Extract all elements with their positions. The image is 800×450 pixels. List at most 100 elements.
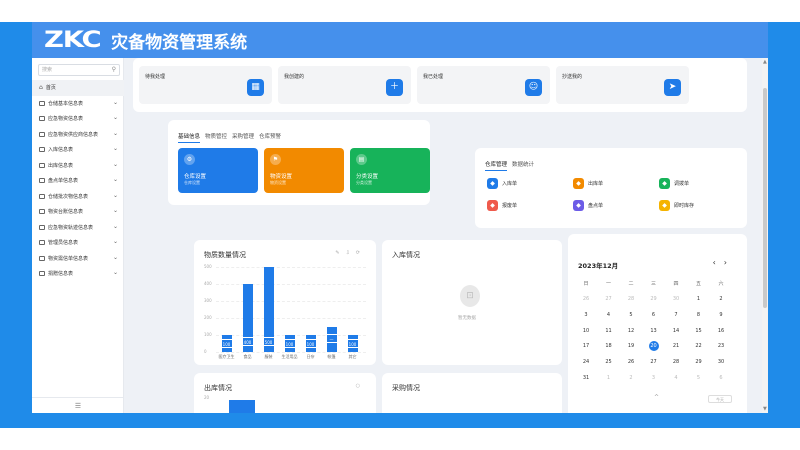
calendar-day[interactable]: 30 (714, 357, 728, 367)
todo-icon[interactable]: ➤ (664, 79, 681, 96)
warehouse-item[interactable]: ◆ 入库单 (487, 178, 517, 189)
calendar-day[interactable]: 14 (669, 326, 683, 336)
sidebar-item[interactable]: 应急物资轨迹信息表 ⌄ (32, 220, 124, 236)
calendar-day[interactable]: 6 (714, 373, 728, 383)
sidebar-item[interactable]: 物资需信单信息表 ⌄ (32, 251, 124, 267)
warehouse-item[interactable]: ◆ 调拨单 (659, 178, 689, 189)
sidebar-item-label: 应急物资信息表 (48, 116, 84, 123)
calendar-day[interactable]: 23 (714, 341, 728, 351)
sidebar-item[interactable]: 仓储批次物信息表 ⌄ (32, 189, 124, 205)
scroll-down-icon[interactable]: ▼ (763, 406, 767, 412)
calendar-day[interactable]: 1 (692, 294, 706, 304)
calendar-day[interactable]: 8 (692, 310, 706, 320)
calendar-day[interactable]: 21 (669, 341, 683, 351)
calendar-day[interactable]: 3 (647, 373, 661, 383)
calendar-day[interactable]: 27 (602, 294, 616, 304)
sidebar-item[interactable]: ⌂ 首页 (32, 80, 124, 96)
bar-data-label: 100 (304, 338, 317, 348)
sidebar-item[interactable]: 管理员信息表 ⌄ (32, 235, 124, 251)
todo-icon[interactable]: ＋ (386, 79, 403, 96)
calendar-day[interactable]: 29 (647, 294, 661, 304)
calendar-day[interactable]: 10 (579, 326, 593, 336)
calendar-day[interactable]: 12 (624, 326, 638, 336)
sidebar-item-label: 管理员信息表 (48, 240, 79, 247)
warehouse-item-label: 调拨单 (674, 181, 690, 187)
calendar-day[interactable]: 4 (669, 373, 683, 383)
warehouse-tab[interactable]: 数据统计 (512, 160, 534, 171)
calendar-day[interactable]: 25 (602, 357, 616, 367)
scroll-up-icon[interactable]: ▲ (763, 59, 767, 65)
folder-icon (39, 131, 45, 137)
tab-1[interactable]: 物质管控 (205, 132, 227, 143)
sidebar-item[interactable]: 入库信息表 ⌄ (32, 142, 124, 158)
calendar-day[interactable]: 2 (624, 373, 638, 383)
todo-icon[interactable]: ▦ (247, 79, 264, 96)
next-month-icon[interactable]: › (724, 258, 735, 267)
sidebar-item[interactable]: 物资台账信息表 ⌄ (32, 204, 124, 220)
calendar-day[interactable]: 17 (579, 341, 593, 351)
warehouse-item[interactable]: ◆ 报废单 (487, 200, 517, 211)
warehouse-item[interactable]: ◆ 盘点单 (573, 200, 603, 211)
calendar-day[interactable]: 27 (647, 357, 661, 367)
search-icon[interactable]: ⚲ (112, 65, 116, 75)
calendar-day[interactable]: 15 (692, 326, 706, 336)
todo-icon[interactable]: ☺ (525, 79, 542, 96)
calendar-day[interactable]: 30 (669, 294, 683, 304)
todo-item[interactable]: 我已处理 ☺ (417, 66, 550, 104)
calendar-day[interactable]: 22 (692, 341, 706, 351)
main-scrollbar[interactable]: ▲ ▼ (762, 58, 768, 413)
calendar-day[interactable]: 19 (624, 341, 638, 351)
calendar-day[interactable]: 29 (692, 357, 706, 367)
calendar-day[interactable]: 5 (624, 310, 638, 320)
today-button[interactable]: 今天 (708, 395, 732, 403)
warehouse-item[interactable]: ◆ 即时库存 (659, 200, 694, 211)
calendar-day[interactable]: 4 (602, 310, 616, 320)
sidebar-item[interactable]: 出库信息表 ⌄ (32, 158, 124, 174)
calendar-day[interactable]: 7 (669, 310, 683, 320)
sidebar-item[interactable]: 仓储基本信息表 ⌄ (32, 96, 124, 112)
calendar-day[interactable]: 26 (579, 294, 593, 304)
calendar-day[interactable]: 28 (624, 294, 638, 304)
collapse-sidebar-icon[interactable]: ☰ (32, 397, 124, 413)
sidebar-item-label: 应急物资供应商信息表 (48, 131, 99, 138)
search-input[interactable]: 搜索 ⚲ (38, 64, 120, 76)
sidebar-item[interactable]: 应急物资供应商信息表 ⌄ (32, 127, 124, 143)
quick-tile[interactable]: ⚑ 物资设置 物资设置 (264, 148, 344, 193)
scroll-thumb[interactable] (763, 88, 767, 308)
calendar-day[interactable]: 11 (602, 326, 616, 336)
calendar-day[interactable]: 6 (647, 310, 661, 320)
calendar-day[interactable]: 13 (647, 326, 661, 336)
calendar-day[interactable]: 31 (579, 373, 593, 383)
sidebar-item[interactable]: 应急物资信息表 ⌄ (32, 111, 124, 127)
collapse-calendar-icon[interactable]: ^ (654, 394, 659, 401)
quick-tile[interactable]: ⚙ 仓库设置 仓库设置 (178, 148, 258, 193)
calendar-day[interactable]: 5 (692, 373, 706, 383)
tab-3[interactable]: 仓库预警 (259, 132, 281, 143)
calendar-day[interactable]: 18 (602, 341, 616, 351)
chevron-down-icon: ⌄ (112, 129, 118, 137)
chart-toolbar[interactable]: ✎⇩⟳ (335, 250, 366, 256)
todo-item[interactable]: 待我处理 ▦ (139, 66, 272, 104)
tab-2[interactable]: 采购管理 (232, 132, 254, 143)
sidebar-item[interactable]: 盘点单信息表 ⌄ (32, 173, 124, 189)
calendar-day[interactable]: 16 (714, 326, 728, 336)
todo-item[interactable]: 我创建的 ＋ (278, 66, 411, 104)
calendar-day[interactable]: 1 (602, 373, 616, 383)
todo-item[interactable]: 抄送我的 ➤ (556, 66, 689, 104)
outbound-refresh-icon[interactable]: ○ (356, 383, 366, 389)
warehouse-tab[interactable]: 仓库管理 (485, 160, 508, 171)
calendar-day[interactable]: 20 (648, 341, 659, 352)
calendar-day[interactable]: 28 (669, 357, 683, 367)
weekday-label: 五 (695, 281, 701, 287)
calendar-day[interactable]: 2 (714, 294, 728, 304)
prev-month-icon[interactable]: ‹ (713, 258, 724, 267)
sidebar-item[interactable]: 捐赠信息表 ⌄ (32, 266, 124, 282)
calendar-day[interactable]: 3 (579, 310, 593, 320)
calendar-day[interactable]: 24 (579, 357, 593, 367)
quick-tile[interactable]: ▤ 分类设置 分类设置 (350, 148, 430, 193)
calendar-day[interactable]: 9 (714, 310, 728, 320)
folder-icon (39, 162, 45, 168)
tab-0[interactable]: 基础信息 (178, 132, 201, 143)
calendar-day[interactable]: 26 (624, 357, 638, 367)
warehouse-item[interactable]: ◆ 出库单 (573, 178, 603, 189)
